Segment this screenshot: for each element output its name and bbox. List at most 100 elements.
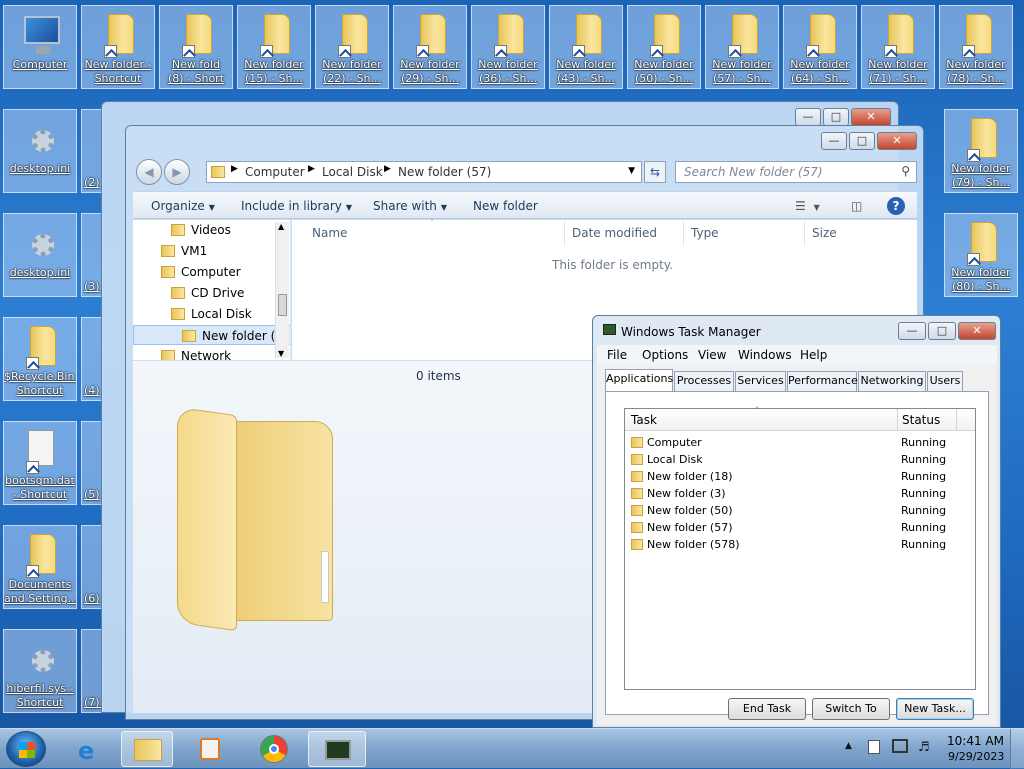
desktop-icon[interactable]: Computer	[3, 5, 77, 89]
task-manager-window[interactable]: Windows Task Manager — □ ✕ File Options Vi…	[592, 315, 1001, 728]
new-folder-button[interactable]: New folder	[473, 192, 538, 220]
desktop-icon[interactable]: New folder (79) - Sh...	[944, 109, 1018, 193]
table-row[interactable]: New folder (3) Running	[625, 485, 975, 502]
desktop-icon[interactable]: New folder - Shortcut	[81, 5, 155, 89]
breadcrumb-local-disk[interactable]: Local Disk	[322, 165, 383, 179]
share-with-button[interactable]: Share with ▼	[373, 192, 447, 220]
nav-item[interactable]: Network	[161, 346, 231, 360]
column-name[interactable]: Name	[306, 220, 565, 246]
scroll-down-icon[interactable]: ▼	[278, 349, 284, 358]
tm-menu-item[interactable]: Help	[800, 348, 827, 362]
tm-close-button[interactable]: ✕	[958, 322, 996, 340]
desktop-icon[interactable]: hiberfil.sys - Shortcut	[3, 629, 77, 713]
breadcrumb-computer[interactable]: Computer	[245, 165, 305, 179]
show-desktop-button[interactable]	[1010, 729, 1024, 769]
view-options-icon[interactable]: ☰ ▼	[795, 192, 820, 220]
search-icon[interactable]: ⚲	[901, 164, 910, 178]
show-hidden-icons-icon[interactable]: ▲	[845, 741, 852, 751]
taskbar-internet-explorer[interactable]: e	[64, 731, 116, 767]
chevron-down-icon[interactable]: ▼	[628, 166, 635, 176]
table-row[interactable]: New folder (578) Running	[625, 536, 975, 553]
breadcrumb-current[interactable]: New folder (57)	[398, 165, 491, 179]
nav-item[interactable]: VM1	[161, 241, 207, 261]
desktop-icon[interactable]: New folder (36) - Sh...	[471, 5, 545, 89]
organize-button[interactable]: Organize ▼	[151, 192, 215, 220]
desktop-icon[interactable]: bootsqm.dat - Shortcut	[3, 421, 77, 505]
desktop-icon[interactable]: New folder (22) - Sh...	[315, 5, 389, 89]
tm-tab[interactable]: Networking	[858, 371, 926, 391]
preview-pane-icon[interactable]: ◫	[851, 192, 862, 220]
desktop-icon[interactable]: (3)	[81, 213, 103, 297]
tm-tab[interactable]: Performance	[787, 371, 858, 391]
bg-maximize-button[interactable]: □	[823, 108, 849, 126]
table-row[interactable]: New folder (18) Running	[625, 468, 975, 485]
tm-menu-item[interactable]: Options	[642, 348, 688, 362]
network-icon[interactable]	[892, 739, 908, 753]
start-button[interactable]	[6, 731, 46, 767]
nav-item[interactable]: New folder (5	[133, 325, 290, 345]
column-size[interactable]: Size	[806, 220, 906, 246]
back-button[interactable]: ◀	[136, 159, 162, 185]
desktop-icon[interactable]: (4)	[81, 317, 103, 401]
navigation-pane[interactable]: Videos VM1 Computer CD Drive Local Disk New f…	[133, 220, 291, 360]
taskbar-windows-explorer[interactable]	[121, 731, 173, 767]
desktop-icon[interactable]: Documents and Setting...	[3, 525, 77, 609]
taskbar-chrome[interactable]	[248, 731, 300, 767]
desktop-icon[interactable]: desktop.ini	[3, 109, 77, 193]
desktop-icon[interactable]: New folder (43) - Sh...	[549, 5, 623, 89]
task-list[interactable]: ˄ Task Status Computer Running Local Disk R…	[624, 406, 976, 690]
bg-close-button[interactable]: ✕	[851, 108, 891, 126]
table-row[interactable]: New folder (50) Running	[625, 502, 975, 519]
column-status[interactable]: Status	[897, 409, 957, 431]
desktop-icon[interactable]: (5)	[81, 421, 103, 505]
tm-maximize-button[interactable]: □	[928, 322, 956, 340]
desktop-icon[interactable]: New folder (50) - Sh...	[627, 5, 701, 89]
clock-time[interactable]: 10:41 AM	[947, 734, 1004, 748]
table-row[interactable]: New folder (57) Running	[625, 519, 975, 536]
minimize-button[interactable]: —	[821, 132, 847, 150]
desktop-icon[interactable]: New folder (57) - Sh...	[705, 5, 779, 89]
column-date-modified[interactable]: Date modified	[566, 220, 684, 246]
desktop-icon[interactable]: desktop.ini	[3, 213, 77, 297]
scroll-up-icon[interactable]: ▲	[278, 222, 284, 231]
forward-button[interactable]: ▶	[164, 159, 190, 185]
close-button[interactable]: ✕	[877, 132, 917, 150]
tm-tab[interactable]: Users	[927, 371, 963, 391]
search-input[interactable]: Search New folder (57)	[684, 165, 823, 179]
volume-icon[interactable]: ♬	[918, 740, 930, 755]
desktop-icon[interactable]: New folder (15) - Sh...	[237, 5, 311, 89]
scroll-thumb[interactable]	[278, 294, 287, 316]
table-row[interactable]: Computer Running	[625, 434, 975, 451]
refresh-button[interactable]: ⇆	[644, 161, 666, 183]
clock-date[interactable]: 9/29/2023	[948, 750, 1004, 763]
desktop-icon[interactable]: New fold (8) - Short	[159, 5, 233, 89]
nav-item[interactable]: Local Disk	[171, 304, 252, 324]
maximize-button[interactable]: □	[849, 132, 875, 150]
tm-menu-item[interactable]: File	[607, 348, 627, 362]
desktop-icon[interactable]: New folder (78) - Sh...	[939, 5, 1013, 89]
tm-menu-item[interactable]: Windows	[738, 348, 792, 362]
tm-tab[interactable]: Services	[735, 371, 786, 391]
desktop-icon[interactable]: New folder (29) - Sh...	[393, 5, 467, 89]
nav-item[interactable]: CD Drive	[171, 283, 244, 303]
nav-item[interactable]: Computer	[161, 262, 241, 282]
include-in-library-button[interactable]: Include in library ▼	[241, 192, 352, 220]
desktop-icon[interactable]: (7) - Sho	[81, 629, 103, 713]
tm-tab[interactable]: Applications	[605, 369, 673, 391]
new-task-button[interactable]: New Task...	[896, 698, 974, 720]
search-box[interactable]: Search New folder (57) ⚲	[675, 161, 917, 183]
tm-menu-item[interactable]: View	[698, 348, 726, 362]
desktop-icon[interactable]: New folder (80) - Sh...	[944, 213, 1018, 297]
action-center-icon[interactable]	[868, 740, 880, 754]
help-icon[interactable]: ?	[887, 197, 905, 215]
desktop-icon[interactable]: (6)	[81, 525, 103, 609]
end-task-button[interactable]: End Task	[728, 698, 806, 720]
desktop-icon[interactable]: (2)	[81, 109, 103, 193]
table-row[interactable]: Local Disk Running	[625, 451, 975, 468]
nav-item[interactable]: Videos	[171, 220, 231, 240]
taskbar-media-player[interactable]	[184, 731, 236, 767]
bg-minimize-button[interactable]: —	[795, 108, 821, 126]
column-type[interactable]: Type	[685, 220, 805, 246]
desktop-icon[interactable]: $Recycle.Bin - Shortcut	[3, 317, 77, 401]
desktop-icon[interactable]: New folder (71) - Sh...	[861, 5, 935, 89]
